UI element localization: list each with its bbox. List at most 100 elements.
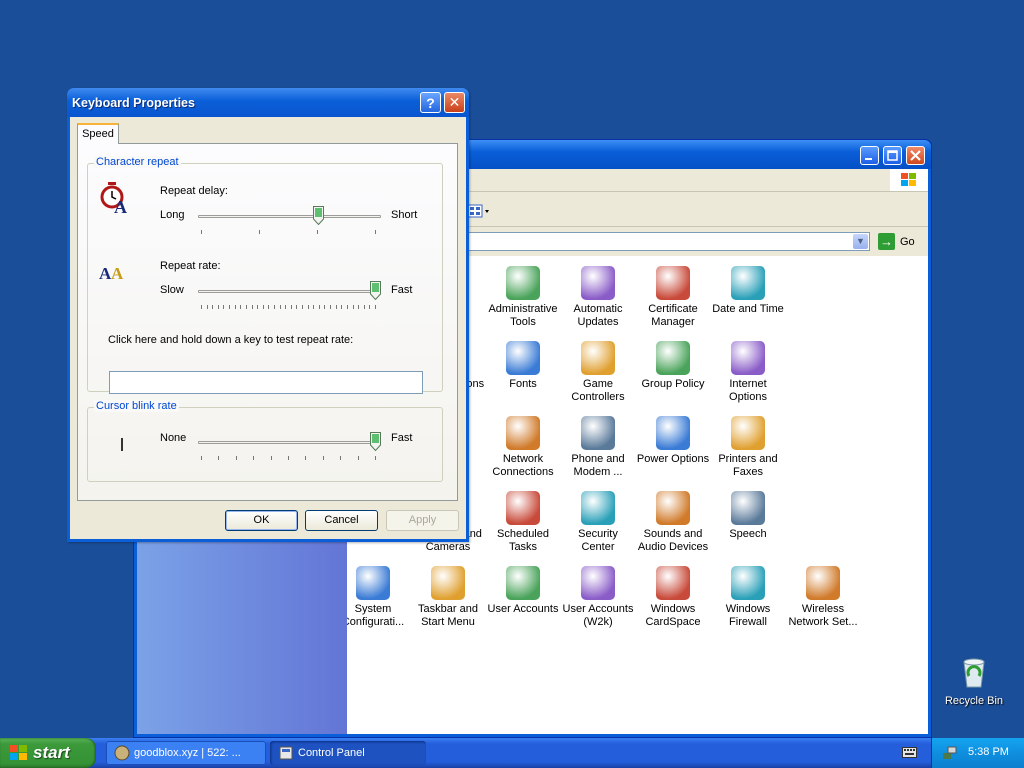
control-panel-item-label: Group Policy — [641, 378, 705, 390]
repeat-delay-label: Repeat delay: — [160, 185, 228, 197]
wireless-icon — [806, 566, 840, 600]
control-panel-item[interactable]: Date and Time — [711, 266, 785, 316]
control-panel-item-label: Fonts — [509, 378, 537, 390]
delay-long-label: Long — [160, 209, 185, 221]
control-panel-item[interactable]: Internet Options — [711, 341, 785, 404]
cursor-blink-ticks — [201, 456, 376, 460]
control-panel-item[interactable]: Windows CardSpace — [636, 566, 710, 629]
dialog-close-button[interactable]: ✕ — [444, 92, 465, 113]
views-icon — [467, 204, 489, 218]
globe-icon — [731, 341, 765, 375]
go-label: Go — [900, 235, 915, 248]
tab-speed[interactable]: Speed — [77, 123, 119, 144]
chevron-down-icon[interactable]: ▼ — [853, 234, 868, 249]
printer-icon — [731, 416, 765, 450]
control-panel-item[interactable]: Speech — [711, 491, 785, 541]
taskbar-item-browser[interactable]: goodblox.xyz | 522: ... — [106, 741, 266, 765]
control-panel-item[interactable]: Certificate Manager — [636, 266, 710, 329]
control-panel-item[interactable]: Game Controllers — [561, 341, 635, 404]
taskbar-item-label: goodblox.xyz | 522: ... — [134, 747, 241, 759]
power-icon — [656, 416, 690, 450]
control-panel-item[interactable]: Wireless Network Set... — [786, 566, 860, 629]
control-panel-item-label: System Configurati... — [347, 603, 405, 628]
group-policy-icon — [656, 341, 690, 375]
scheduled-tasks-icon — [506, 491, 540, 525]
character-repeat-group: Character repeat A Repeat delay: Long Sh… — [87, 156, 443, 394]
control-panel-item[interactable]: Scheduled Tasks — [486, 491, 560, 554]
control-panel-item[interactable]: Taskbar and Start Menu — [411, 566, 485, 629]
go-arrow-icon: → — [878, 233, 895, 250]
repeat-rate-slider-track[interactable] — [198, 290, 381, 293]
control-panel-item-label: Taskbar and Start Menu — [418, 603, 478, 628]
certificate-icon — [656, 266, 690, 300]
control-panel-item[interactable]: Group Policy — [636, 341, 710, 391]
repeat-delay-ticks — [201, 230, 376, 234]
start-label: start — [33, 743, 70, 762]
windows-logo-icon — [890, 169, 928, 191]
apply-button[interactable]: Apply — [386, 510, 459, 531]
taskbar-item-control-panel[interactable]: Control Panel — [270, 741, 426, 765]
repeat-delay-slider-thumb[interactable] — [313, 206, 325, 225]
control-panel-item[interactable]: Automatic Updates — [561, 266, 635, 329]
minimize-button[interactable] — [860, 146, 879, 165]
cursor-blink-slider-track[interactable] — [198, 441, 381, 444]
control-panel-item-label: Wireless Network Set... — [788, 603, 858, 628]
control-panel-item-label: Scheduled Tasks — [497, 528, 549, 553]
control-panel-item[interactable]: User Accounts — [486, 566, 560, 616]
control-panel-item[interactable]: Security Center — [561, 491, 635, 554]
keyboard-indicator-icon[interactable] — [902, 747, 917, 758]
repeat-delay-slider-track[interactable] — [198, 215, 381, 218]
windows-logo-icon — [10, 745, 27, 760]
start-button[interactable]: start — [0, 738, 96, 768]
control-panel-icon — [279, 746, 293, 760]
recycle-bin[interactable]: Recycle Bin — [940, 656, 1008, 707]
clock[interactable]: 5:38 PM — [968, 746, 1009, 758]
recycle-bin-label: Recycle Bin — [944, 695, 1004, 707]
control-panel-item[interactable]: System Configurati... — [347, 566, 410, 629]
automatic-updates-icon — [581, 266, 615, 300]
test-repeat-input[interactable] — [109, 371, 423, 394]
dialog-titlebar[interactable]: Keyboard Properties ? ✕ — [67, 88, 469, 117]
control-panel-item[interactable]: Fonts — [486, 341, 560, 391]
cancel-button[interactable]: Cancel — [305, 510, 378, 531]
control-panel-item-label: Automatic Updates — [573, 303, 623, 328]
repeat-rate-label: Repeat rate: — [160, 260, 221, 272]
control-panel-item-label: Windows Firewall — [725, 603, 771, 628]
network-icon — [506, 416, 540, 450]
control-panel-item[interactable]: Power Options — [636, 416, 710, 466]
rate-fast-label: Fast — [391, 284, 413, 296]
maximize-button[interactable] — [883, 146, 902, 165]
administrative-tools-icon — [506, 266, 540, 300]
control-panel-item[interactable]: Network Connections — [486, 416, 560, 479]
character-repeat-title: Character repeat — [94, 156, 181, 168]
help-button[interactable]: ? — [420, 92, 441, 113]
control-panel-item[interactable]: Administrative Tools — [486, 266, 560, 329]
control-panel-item[interactable]: Phone and Modem ... — [561, 416, 635, 479]
shield-icon — [581, 491, 615, 525]
control-panel-item-label: Security Center — [578, 528, 618, 553]
views-button[interactable] — [467, 203, 491, 219]
control-panel-item-label: Printers and Faxes — [718, 453, 778, 478]
users-icon — [506, 566, 540, 600]
minimize-icon — [865, 158, 872, 160]
control-panel-item[interactable]: User Accounts (W2k) — [561, 566, 635, 629]
network-tray-icon[interactable] — [942, 745, 958, 761]
repeat-delay-icon: A — [100, 182, 127, 214]
control-panel-item[interactable]: Printers and Faxes — [711, 416, 785, 479]
blink-fast-label: Fast — [391, 432, 413, 444]
ok-button[interactable]: OK — [225, 510, 298, 531]
close-button[interactable] — [906, 146, 925, 165]
firewall-icon — [731, 566, 765, 600]
repeat-rate-ticks — [201, 305, 376, 309]
cursor-blink-slider-thumb[interactable] — [370, 432, 381, 451]
go-button[interactable]: → Go — [878, 232, 915, 251]
speed-tab-page: Character repeat A Repeat delay: Long Sh… — [77, 143, 458, 501]
control-panel-item-label: User Accounts — [487, 603, 559, 615]
control-panel-item[interactable]: Windows Firewall — [711, 566, 785, 629]
fonts-icon — [506, 341, 540, 375]
control-panel-item-label: Windows CardSpace — [645, 603, 701, 628]
control-panel-item[interactable]: Sounds and Audio Devices — [636, 491, 710, 554]
svg-text:A: A — [114, 197, 127, 214]
repeat-rate-slider-thumb[interactable] — [370, 281, 381, 300]
keyboard-properties-dialog[interactable]: Keyboard Properties ? ✕ Speed Character … — [67, 88, 469, 542]
